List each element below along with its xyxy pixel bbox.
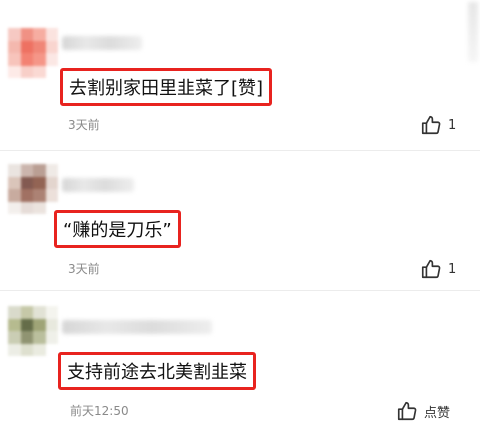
like-button[interactable]: 1 [420,258,456,280]
comment-list: 去割别家田里韭菜了[赞] 3天前 1 “赚的是刀乐” 3天前 1 支持前途去北美… [0,0,480,432]
like-count: 1 [448,261,457,277]
thumbs-up-icon [420,114,442,136]
comment-item: 支持前途去北美割韭菜 前天12:50 点赞 [0,290,480,432]
comment-time: 3天前 [68,118,100,132]
username[interactable] [62,178,134,192]
like-count: 1 [448,117,457,133]
like-button[interactable]: 1 [420,114,456,136]
thumbs-up-icon [420,258,442,280]
thumbs-up-icon [396,400,418,422]
comment-text: 去割别家田里韭菜了[赞] [60,68,273,106]
avatar[interactable] [8,306,58,356]
username[interactable] [62,320,212,334]
comment-text: 支持前途去北美割韭菜 [58,352,256,390]
comment-item: 去割别家田里韭菜了[赞] 3天前 1 [0,0,480,150]
comment-item: “赚的是刀乐” 3天前 1 [0,150,480,290]
comment-time: 前天12:50 [70,404,129,418]
like-button[interactable]: 点赞 [396,400,450,422]
like-label: 点赞 [424,405,451,421]
avatar[interactable] [8,28,58,78]
comment-text: “赚的是刀乐” [54,210,181,248]
avatar[interactable] [8,164,58,214]
comment-time: 3天前 [68,262,100,276]
username[interactable] [62,36,142,50]
